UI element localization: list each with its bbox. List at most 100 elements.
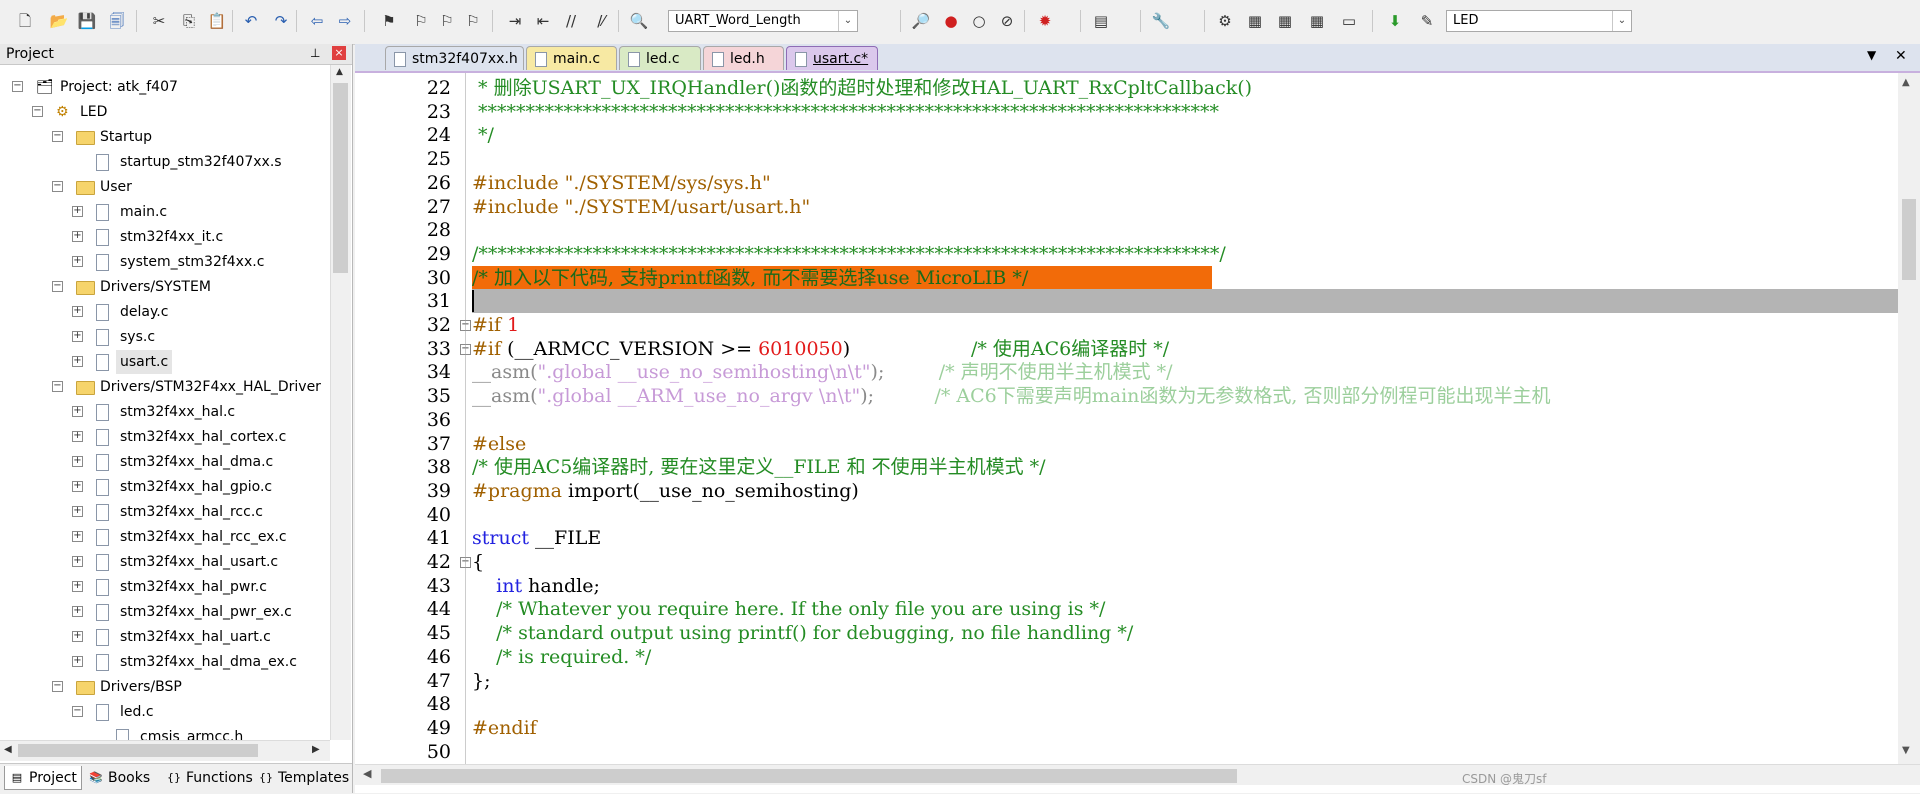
- tree-item-folder[interactable]: Drivers/SYSTEM: [100, 275, 211, 299]
- tree-item-file[interactable]: stm32f4xx_hal_pwr.c: [120, 575, 267, 599]
- collapse-icon[interactable]: −: [52, 181, 63, 192]
- tree-item-file[interactable]: cmsis_armcc.h: [140, 725, 243, 740]
- expand-icon[interactable]: +: [72, 206, 83, 217]
- unindent-icon[interactable]: ⇤: [532, 10, 554, 32]
- tree-item-file[interactable]: system_stm32f4xx.c: [120, 250, 264, 274]
- open-folder-icon[interactable]: 📂: [48, 10, 70, 32]
- editor-hscroll-thumb[interactable]: [381, 769, 1237, 783]
- code-line[interactable]: struct __FILE: [472, 526, 1898, 550]
- code-line[interactable]: #else: [472, 432, 1898, 456]
- tree-item-folder[interactable]: Drivers/BSP: [100, 675, 182, 699]
- scroll-right-icon[interactable]: ▶: [312, 744, 320, 755]
- code-line[interactable]: /* is required. */: [472, 645, 1898, 669]
- tree-item-file[interactable]: delay.c: [120, 300, 168, 324]
- tab-list-icon[interactable]: ▼: [1867, 48, 1876, 62]
- download-icon[interactable]: ⬇: [1384, 10, 1406, 32]
- translate-icon[interactable]: ⚙: [1214, 10, 1236, 32]
- editor-tab[interactable]: stm32f407xx.h: [385, 46, 524, 70]
- editor-tab[interactable]: main.c: [526, 46, 617, 70]
- scroll-left-icon[interactable]: ◀: [4, 744, 12, 755]
- code-line[interactable]: __asm(".global __ARM_use_no_argv \n\t");…: [472, 384, 1898, 408]
- code-line[interactable]: /* 加入以下代码, 支持printf函数, 而不需要选择use MicroLI…: [472, 265, 1212, 290]
- expand-icon[interactable]: +: [72, 256, 83, 267]
- tree-item-folder[interactable]: User: [100, 175, 132, 199]
- pin-icon[interactable]: ⊥: [310, 46, 320, 60]
- paste-icon[interactable]: 📋: [206, 10, 228, 32]
- expand-icon[interactable]: +: [72, 581, 83, 592]
- debug-start-icon[interactable]: ●: [940, 10, 962, 32]
- find-text-combo[interactable]: UART_Word_Length ⌄: [668, 10, 858, 32]
- code-line[interactable]: /* standard output using printf() for de…: [472, 621, 1898, 645]
- redo-icon[interactable]: ↷: [270, 10, 292, 32]
- tree-item-file[interactable]: stm32f4xx_it.c: [120, 225, 223, 249]
- code-line[interactable]: int handle;: [472, 574, 1898, 598]
- tree-item-file[interactable]: startup_stm32f407xx.s: [120, 150, 282, 174]
- new-file-icon[interactable]: 🗋: [14, 10, 36, 32]
- tree-item-file[interactable]: sys.c: [120, 325, 155, 349]
- window-layout-icon[interactable]: ▤: [1090, 10, 1112, 32]
- bookmark-icon[interactable]: ⚑: [378, 10, 400, 32]
- code-line[interactable]: /* Whatever you require here. If the onl…: [472, 597, 1898, 621]
- tree-item-file[interactable]: led.c: [120, 700, 154, 724]
- tree-item-project[interactable]: Project: atk_f407: [60, 75, 178, 99]
- tree-item-file[interactable]: stm32f4xx_hal_cortex.c: [120, 425, 286, 449]
- code-line[interactable]: ****************************************…: [472, 100, 1898, 124]
- collapse-icon[interactable]: −: [72, 706, 83, 717]
- panel-tab-books[interactable]: 📚 Books: [84, 766, 160, 790]
- collapse-icon[interactable]: −: [12, 81, 23, 92]
- panel-tab-functions[interactable]: {} Functions: [162, 766, 253, 790]
- expand-icon[interactable]: +: [72, 656, 83, 667]
- chevron-down-icon[interactable]: ⌄: [1612, 11, 1631, 31]
- scroll-down-icon[interactable]: ▼: [1902, 745, 1910, 756]
- breakpoint-disable-icon[interactable]: ⊘: [996, 10, 1018, 32]
- bookmark-prev-icon[interactable]: ⚐: [410, 10, 432, 32]
- editor-tab[interactable]: led.c: [619, 46, 701, 70]
- code-line[interactable]: __asm(".global __use_no_semihosting\n\t"…: [472, 360, 1898, 384]
- nav-forward-icon[interactable]: ⇨: [334, 10, 356, 32]
- code-line[interactable]: [472, 218, 1898, 242]
- editor-horizontal-scrollbar[interactable]: ◀: [355, 764, 1920, 785]
- code-line[interactable]: [472, 408, 1898, 432]
- batch-build-icon[interactable]: ▦: [1306, 10, 1328, 32]
- expand-icon[interactable]: +: [72, 331, 83, 342]
- panel-tab-templates[interactable]: {} Templates: [254, 766, 349, 790]
- target-options-icon[interactable]: ✎: [1416, 10, 1438, 32]
- comment-icon[interactable]: //: [560, 10, 582, 32]
- tree-item-folder[interactable]: Drivers/STM32F4xx_HAL_Driver: [100, 375, 321, 399]
- tree-hscroll-thumb[interactable]: [18, 744, 258, 757]
- tree-item-file[interactable]: stm32f4xx_hal_gpio.c: [120, 475, 272, 499]
- build-icon[interactable]: ▦: [1244, 10, 1266, 32]
- stop-build-icon[interactable]: ▭: [1338, 10, 1360, 32]
- code-line[interactable]: [472, 503, 1898, 527]
- tree-item-file[interactable]: stm32f4xx_hal_rcc.c: [120, 500, 263, 524]
- tree-item-file[interactable]: stm32f4xx_hal.c: [120, 400, 235, 424]
- code-line[interactable]: #include "./SYSTEM/usart/usart.h": [472, 195, 1898, 219]
- tree-item-file[interactable]: stm32f4xx_hal_usart.c: [120, 550, 278, 574]
- tree-item-target[interactable]: LED: [80, 100, 107, 124]
- configure-icon[interactable]: 🔧: [1150, 10, 1172, 32]
- code-line[interactable]: #endif: [472, 716, 1898, 740]
- bookmark-clear-icon[interactable]: ⚐: [462, 10, 484, 32]
- code-line[interactable]: };: [472, 669, 1898, 693]
- nav-back-icon[interactable]: ⇦: [306, 10, 328, 32]
- tree-item-file[interactable]: main.c: [120, 200, 167, 224]
- code-line[interactable]: /* 使用AC5编译器时, 要在这里定义__FILE 和 不使用半主机模式 */: [472, 455, 1898, 479]
- expand-icon[interactable]: +: [72, 306, 83, 317]
- tree-horizontal-scrollbar[interactable]: ◀ ▶: [0, 740, 330, 761]
- expand-icon[interactable]: +: [72, 506, 83, 517]
- code-line[interactable]: #if 1: [472, 313, 1898, 337]
- editor-vertical-scrollbar[interactable]: ▲ ▼: [1898, 73, 1920, 764]
- tree-item-folder[interactable]: Startup: [100, 125, 152, 149]
- editor-tab[interactable]: led.h: [703, 46, 784, 70]
- code-line[interactable]: * 删除USART_UX_IRQHandler()函数的超时处理和修改HAL_U…: [472, 76, 1898, 100]
- panel-tab-project[interactable]: ▤ Project: [4, 766, 82, 790]
- tree-item-file[interactable]: stm32f4xx_hal_dma.c: [120, 450, 273, 474]
- rebuild-icon[interactable]: ▦: [1274, 10, 1296, 32]
- tree-scroll-thumb[interactable]: [333, 83, 348, 273]
- collapse-icon[interactable]: −: [52, 381, 63, 392]
- chevron-down-icon[interactable]: ⌄: [838, 11, 857, 31]
- collapse-icon[interactable]: −: [32, 106, 43, 117]
- tree-item-file[interactable]: usart.c: [116, 350, 173, 374]
- expand-icon[interactable]: +: [72, 556, 83, 567]
- code-line[interactable]: */: [472, 123, 1898, 147]
